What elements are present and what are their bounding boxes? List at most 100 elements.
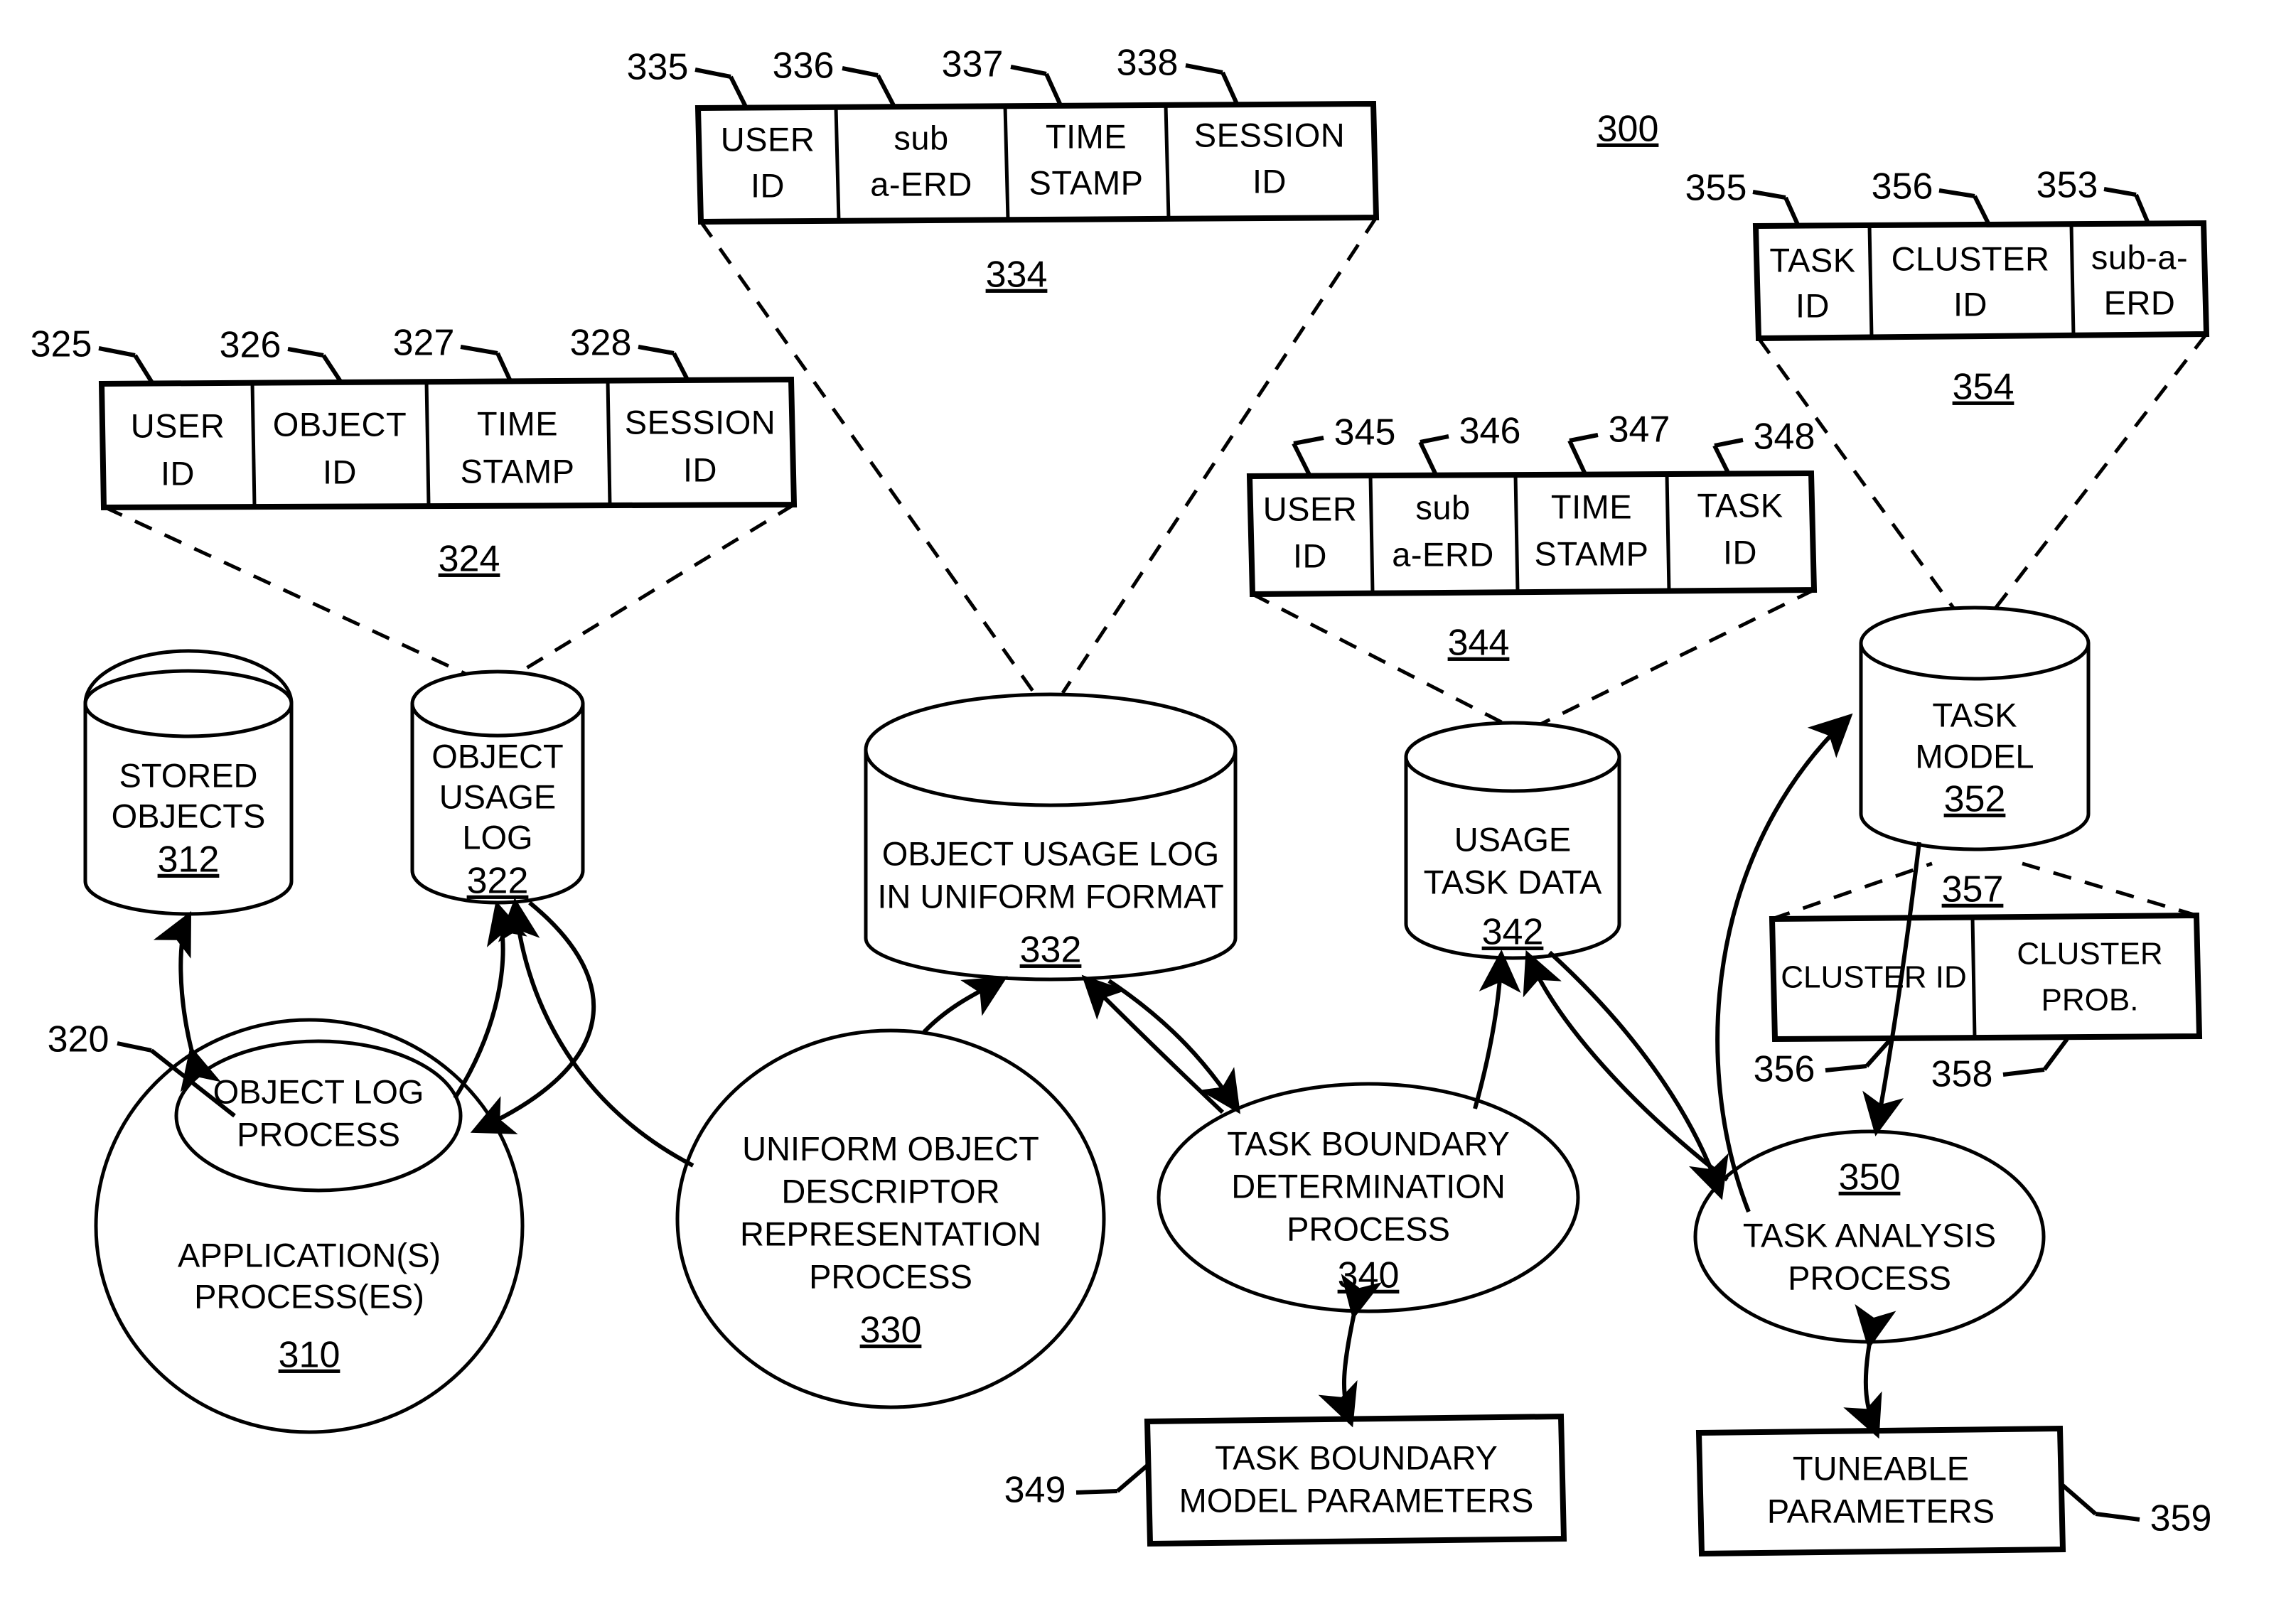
application-processes-label-1: APPLICATION(S) <box>178 1236 441 1274</box>
table-344-cell-345-line2: ID <box>1293 537 1327 574</box>
table-357-ref: 357 <box>1942 869 2004 910</box>
tuneable-params-label-1: TUNEABLE <box>1793 1449 1969 1487</box>
datastore-task-model: TASK MODEL 352 <box>1859 606 2091 851</box>
object-log-process-label-1: OBJECT LOG <box>213 1072 424 1110</box>
table-324: USER ID OBJECT ID TIME STAMP SESSION ID … <box>31 323 798 580</box>
usage-task-data-label-1: USAGE <box>1454 820 1572 858</box>
arrow-object-log-to-usage-log <box>453 900 527 1099</box>
table-354-cell-356-line2: ID <box>1953 285 1987 323</box>
task-boundary-process-ref: 340 <box>1338 1255 1400 1296</box>
box-task-boundary-model-parameters: TASK BOUNDARY MODEL PARAMETERS 349 <box>1004 1413 1567 1547</box>
table-354-ref: 354 <box>1953 367 2014 408</box>
table-344-cell-347-line2: STAMP <box>1535 534 1649 572</box>
arrow-task-analysis-to-usage-task-data <box>1523 950 1729 1182</box>
tuneable-params-label-2: PARAMETERS <box>1767 1492 1995 1529</box>
ref-label-336: 336 <box>773 45 835 87</box>
task-analysis-process-label-2: PROCESS <box>1788 1259 1951 1296</box>
table-324-cell-328-line1: SESSION <box>625 403 776 441</box>
table-354-cell-356-line1: CLUSTER <box>1892 240 2050 277</box>
ref-label-328: 328 <box>570 323 632 364</box>
ref-label-353: 353 <box>2037 165 2098 206</box>
application-processes-ref: 310 <box>279 1335 340 1376</box>
ref-label-326-text: 326 <box>220 325 281 366</box>
uniform-log-label-2: IN UNIFORM FORMAT <box>877 877 1223 915</box>
diagram-canvas: 300 USER ID OBJECT ID TIME STAMP SESSION… <box>31 43 2212 1557</box>
task-boundary-params-label-2: MODEL PARAMETERS <box>1179 1481 1534 1519</box>
ref-label-359: 359 <box>2150 1498 2212 1539</box>
task-boundary-process-label-3: PROCESS <box>1287 1210 1450 1247</box>
callout-354-to-352-right <box>1989 333 2208 616</box>
task-analysis-process-label-1: TASK ANALYSIS <box>1743 1216 1996 1254</box>
ref-label-346: 346 <box>1459 411 1521 452</box>
uniform-log-label-1: OBJECT USAGE LOG <box>882 834 1219 872</box>
ref-label-337: 337 <box>942 44 1004 85</box>
arrow-tuneable-params <box>1843 1303 1896 1439</box>
table-324-cell-326-line2: ID <box>323 453 357 490</box>
ref-label-325: 325 <box>31 324 92 365</box>
stored-objects-label-2: OBJECTS <box>112 797 266 834</box>
ref-label-349: 349 <box>1004 1470 1066 1511</box>
process-task-boundary-determination: TASK BOUNDARY DETERMINATION PROCESS 340 <box>1157 1082 1580 1313</box>
table-344-cell-348-line1: TASK <box>1697 486 1783 524</box>
table-344-cell-346-line2: a-ERD <box>1392 535 1494 573</box>
ref-label-356-bottom: 356 <box>1754 1049 1815 1090</box>
uniform-object-process-ref: 330 <box>860 1310 922 1351</box>
table-324-cell-326-line1: OBJECT <box>273 405 407 443</box>
arrow-task-boundary-to-usage-task-data <box>1473 950 1521 1109</box>
stored-objects-label-1: STORED <box>119 756 258 794</box>
table-324-cell-328-line2: ID <box>683 451 717 488</box>
table-324-cell-327-line2: STAMP <box>461 452 575 490</box>
application-processes-label-2: PROCESS(ES) <box>194 1277 424 1315</box>
datastore-uniform-log: OBJECT USAGE LOG IN UNIFORM FORMAT 332 <box>864 692 1238 982</box>
task-model-label-2: MODEL <box>1915 737 2034 775</box>
table-344-cell-345-line1: USER <box>1263 490 1358 527</box>
table-354-cell-353-line1: sub-a- <box>2091 238 2188 276</box>
object-usage-log-label-1: OBJECT <box>431 737 563 775</box>
ref-label-355: 355 <box>1685 168 1747 209</box>
ref-label-335: 335 <box>627 47 689 88</box>
object-log-process-label-2: PROCESS <box>237 1115 400 1153</box>
table-357-cell-358-line2: PROB. <box>2041 983 2139 1018</box>
table-344: USER ID sub a-ERD TIME STAMP TASK ID 345… <box>1246 409 1818 664</box>
table-354-cell-353-line2: ERD <box>2104 284 2176 321</box>
table-344-cell-348-line2: ID <box>1723 533 1757 571</box>
datastore-usage-task-data: USAGE TASK DATA 342 <box>1404 721 1621 960</box>
table-354-cell-355-line2: ID <box>1796 286 1830 324</box>
table-334-cell-337-line2: STAMP <box>1029 163 1144 201</box>
table-334-cell-336-line2: a-ERD <box>870 165 972 203</box>
ref-label-348: 348 <box>1754 416 1815 458</box>
ref-label-338: 338 <box>1117 43 1179 84</box>
ref-label-320: 320 <box>48 1019 109 1060</box>
table-334-cell-335-line2: ID <box>751 166 785 204</box>
table-334-cell-335-line1: USER <box>721 120 815 158</box>
table-354: TASK ID CLUSTER ID sub-a- ERD 355 356 35… <box>1685 165 2210 408</box>
table-344-cell-347-line1: TIME <box>1551 488 1632 525</box>
arrow-application-to-stored-objects <box>153 910 221 1092</box>
uniform-object-process-label-2: DESCRIPTOR <box>781 1172 999 1210</box>
usage-task-data-ref: 342 <box>1482 912 1544 953</box>
ref-label-345: 345 <box>1334 412 1396 453</box>
arrow-usage-task-data-to-task-analysis <box>1547 950 1729 1200</box>
table-344-ref: 344 <box>1448 623 1510 664</box>
table-354-cell-355-line1: TASK <box>1769 241 1855 279</box>
ref-label-358: 358 <box>1931 1054 1993 1095</box>
arrow-task-boundary-to-uniform-log <box>1081 974 1225 1114</box>
callout-324-to-322-right <box>508 502 795 681</box>
task-boundary-process-label-2: DETERMINATION <box>1231 1167 1506 1205</box>
table-324-cell-327-line1: TIME <box>477 404 558 442</box>
uniform-object-process-label-1: UNIFORM OBJECT <box>742 1129 1039 1167</box>
task-model-ref: 352 <box>1944 779 2006 820</box>
table-334-cell-337-line1: TIME <box>1046 117 1127 155</box>
ref-label-327: 327 <box>393 323 455 364</box>
figure-number: 300 <box>1597 109 1659 150</box>
uniform-object-process-label-3: REPRESENTATION <box>740 1215 1041 1252</box>
table-334-cell-338-line1: SESSION <box>1194 116 1345 154</box>
task-model-label-1: TASK <box>1932 696 2017 733</box>
datastore-object-usage-log: OBJECT USAGE LOG 322 <box>410 670 585 905</box>
uniform-log-ref: 332 <box>1020 930 1082 971</box>
table-334: USER ID sub a-ERD TIME STAMP SESSION ID … <box>627 43 1380 296</box>
stored-objects-ref: 312 <box>158 839 220 881</box>
ref-label-347: 347 <box>1609 409 1670 451</box>
table-324-ref: 324 <box>439 539 500 580</box>
datastore-stored-objects: STORED OBJECTS 312 <box>83 649 294 916</box>
